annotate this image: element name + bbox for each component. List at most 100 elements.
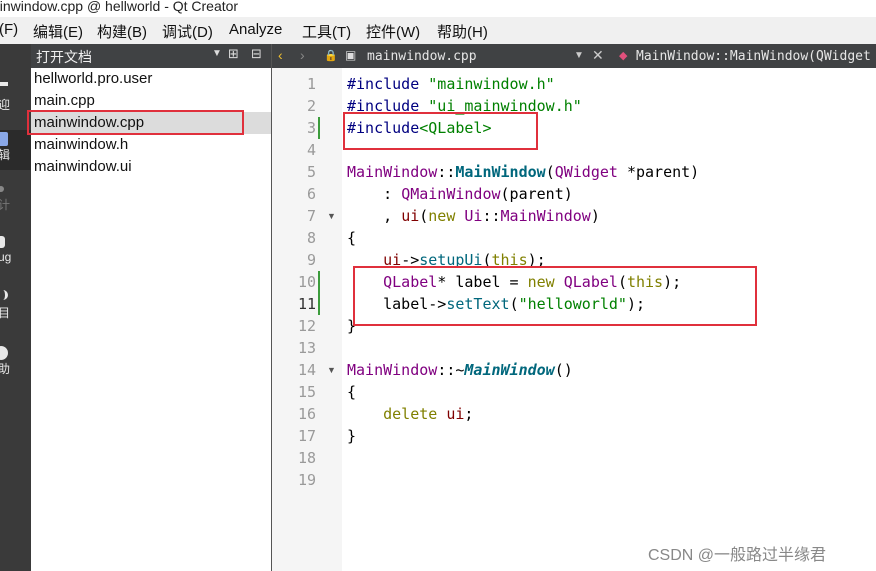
file-item-mainwindow-h[interactable]: mainwindow.h bbox=[31, 134, 271, 156]
current-symbol[interactable]: MainWindow::MainWindow(QWidget *parent) bbox=[636, 49, 876, 64]
change-marker bbox=[318, 117, 320, 139]
code-line[interactable]: 8{ bbox=[272, 227, 876, 249]
code-token: *parent) bbox=[617, 163, 700, 181]
back-arrow-icon[interactable]: ‹ bbox=[278, 47, 283, 63]
file-dropdown-icon[interactable]: ▼ bbox=[574, 50, 584, 61]
line-number: 14 bbox=[297, 361, 316, 379]
mode-design[interactable]: 计 bbox=[0, 180, 31, 220]
line-number: 13 bbox=[297, 339, 316, 357]
highlight-selected-file bbox=[27, 110, 244, 135]
design-icon bbox=[0, 186, 4, 192]
code-line[interactable]: 14 ▼ MainWindow::~MainWindow() bbox=[272, 359, 876, 381]
code-text: MainWindow::~MainWindow() bbox=[347, 359, 573, 381]
highlight-label-code bbox=[353, 266, 757, 326]
line-number: 6 bbox=[306, 185, 316, 203]
mode-edit[interactable]: 辑 bbox=[0, 130, 31, 170]
menu-build[interactable]: 构建(B) bbox=[97, 21, 147, 42]
menu-analyze[interactable]: Analyze bbox=[229, 21, 282, 38]
line-number: 1 bbox=[306, 75, 316, 93]
line-number: 2 bbox=[306, 97, 316, 115]
mode-projects[interactable]: 目 bbox=[0, 288, 31, 328]
welcome-icon bbox=[0, 82, 8, 86]
code-token: MainWindow bbox=[464, 361, 555, 379]
lock-icon: 🔒 bbox=[324, 50, 338, 62]
dropdown-arrow-icon[interactable]: ▼ bbox=[212, 48, 222, 59]
code-line[interactable]: 18 bbox=[272, 447, 876, 469]
menu-file[interactable]: (F) bbox=[0, 21, 18, 38]
current-file-name[interactable]: mainwindow.cpp bbox=[367, 49, 477, 64]
close-editor-icon[interactable]: ✕ bbox=[592, 47, 604, 64]
menu-bar: (F) 编辑(E) 构建(B) 调试(D) Analyze 工具(T) 控件(W… bbox=[0, 17, 876, 44]
fold-arrow-icon[interactable]: ▼ bbox=[327, 205, 336, 227]
document-icon: ▣ bbox=[345, 48, 357, 62]
debug-icon bbox=[0, 236, 5, 248]
line-number: 10 bbox=[297, 273, 316, 291]
mode-help[interactable]: 助 bbox=[0, 344, 31, 384]
open-documents-title: 打开文档 bbox=[36, 49, 92, 65]
line-number: 4 bbox=[306, 141, 316, 159]
code-line[interactable]: 6 : QMainWindow(parent) bbox=[272, 183, 876, 205]
line-number: 16 bbox=[297, 405, 316, 423]
code-token: "mainwindow.h" bbox=[428, 75, 555, 93]
code-token: { bbox=[347, 383, 357, 401]
line-number: 9 bbox=[306, 251, 316, 269]
code-token: delete bbox=[383, 405, 447, 423]
code-token: ( bbox=[419, 207, 429, 225]
editor-toolbar: ‹ › 🔒 ▣ mainwindow.cpp ▼ ✕ ◆ MainWindow:… bbox=[272, 44, 876, 68]
code-token: Ui bbox=[464, 207, 483, 225]
code-token: ui bbox=[401, 207, 420, 225]
code-token: () bbox=[554, 361, 573, 379]
code-token: ::~ bbox=[437, 361, 465, 379]
code-line[interactable]: 1 #include "mainwindow.h" bbox=[272, 73, 876, 95]
menu-edit[interactable]: 编辑(E) bbox=[33, 21, 83, 42]
code-line[interactable]: 17} bbox=[272, 425, 876, 447]
code-text: #include "mainwindow.h" bbox=[347, 73, 555, 95]
mode-debug[interactable]: ug bbox=[0, 234, 31, 274]
menu-tools[interactable]: 工具(T) bbox=[302, 21, 351, 42]
symbol-icon: ◆ bbox=[619, 50, 628, 62]
line-number: 15 bbox=[297, 383, 316, 401]
code-line[interactable]: 19 bbox=[272, 469, 876, 491]
open-documents-header: 打开文档 ▼ ⊞ ⊟ bbox=[31, 44, 271, 68]
code-token: :: bbox=[482, 207, 501, 225]
code-token: MainWindow bbox=[500, 207, 591, 225]
code-token: new bbox=[428, 207, 465, 225]
code-token: ui bbox=[446, 405, 465, 423]
code-line[interactable]: 15 { bbox=[272, 381, 876, 403]
menu-controls[interactable]: 控件(W) bbox=[366, 21, 420, 42]
line-number: 19 bbox=[297, 471, 316, 489]
file-item-pro-user[interactable]: hellworld.pro.user bbox=[31, 68, 271, 90]
code-text: { bbox=[347, 227, 356, 249]
code-text: MainWindow::MainWindow(QWidget *parent) bbox=[347, 161, 699, 183]
code-text: { bbox=[347, 381, 356, 403]
close-pane-icon[interactable]: ⊟ bbox=[251, 46, 262, 62]
fold-arrow-icon[interactable]: ▼ bbox=[327, 359, 336, 381]
code-token: : bbox=[347, 185, 402, 203]
code-line[interactable]: 16 delete ui; bbox=[272, 403, 876, 425]
code-token: , bbox=[347, 207, 402, 225]
line-number: 3 bbox=[306, 119, 316, 137]
code-token: ( bbox=[545, 163, 555, 181]
window-title: ainwindow.cpp @ hellworld - Qt Creator bbox=[0, 0, 876, 16]
code-token: } bbox=[347, 427, 357, 445]
code-line[interactable]: 7 ▼ , ui(new Ui::MainWindow) bbox=[272, 205, 876, 227]
line-number: 5 bbox=[306, 163, 316, 181]
projects-icon bbox=[0, 290, 8, 300]
code-token: { bbox=[347, 229, 357, 247]
menu-debug[interactable]: 调试(D) bbox=[162, 21, 213, 42]
menu-help[interactable]: 帮助(H) bbox=[437, 21, 488, 42]
file-item-mainwindow-ui[interactable]: mainwindow.ui bbox=[31, 156, 271, 178]
line-number: 12 bbox=[297, 317, 316, 335]
highlight-include bbox=[343, 112, 538, 150]
line-number: 7 bbox=[306, 207, 316, 225]
code-token: MainWindow bbox=[347, 163, 438, 181]
file-item-main-cpp[interactable]: main.cpp bbox=[31, 90, 271, 112]
code-line[interactable]: 5 MainWindow::MainWindow(QWidget *parent) bbox=[272, 161, 876, 183]
code-token: ) bbox=[590, 207, 600, 225]
code-line[interactable]: 13 bbox=[272, 337, 876, 359]
split-icon[interactable]: ⊞ bbox=[228, 46, 239, 62]
code-token: QWidget bbox=[554, 163, 618, 181]
code-text: : QMainWindow(parent) bbox=[347, 183, 573, 205]
forward-arrow-icon[interactable]: › bbox=[300, 47, 305, 63]
